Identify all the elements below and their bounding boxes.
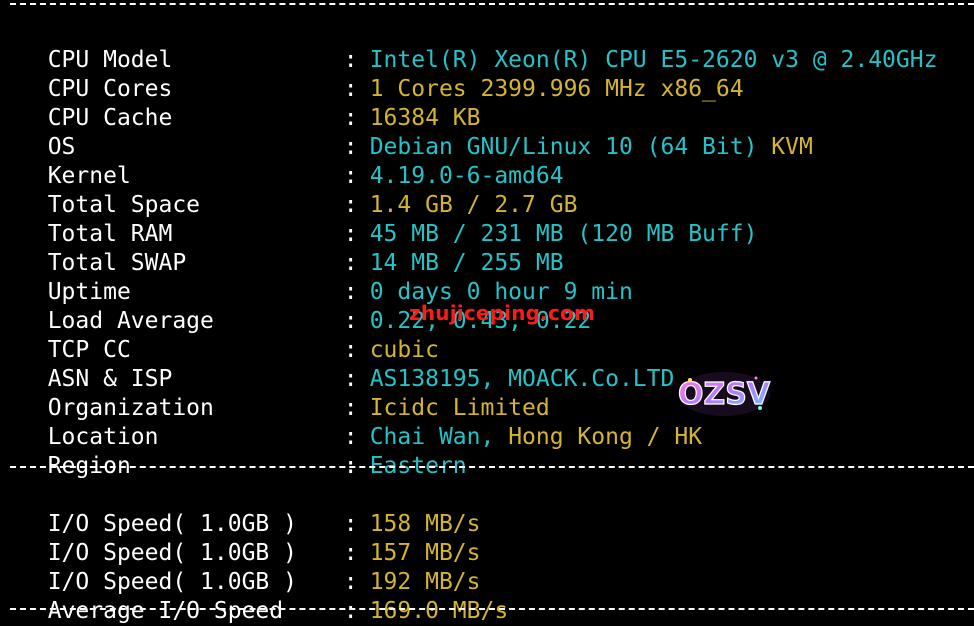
total-ram-row: Total RAM: 45 MB / 231 MB (120 MB Buff) bbox=[20, 191, 758, 247]
organization-row: Organization: Icidc Limited bbox=[20, 365, 550, 421]
kernel-row: Kernel: 4.19.0-6-amd64 bbox=[20, 133, 564, 189]
site-watermark: zhujiceping.com bbox=[409, 301, 596, 325]
io-speed-row: I/O Speed( 1.0GB ): 157 MB/s bbox=[20, 510, 481, 566]
total-swap-row: Total SWAP: 14 MB / 255 MB bbox=[20, 220, 564, 276]
middle-dashed-divider bbox=[10, 466, 974, 468]
svg-text:OZSV: OZSV bbox=[678, 377, 771, 412]
location-row: Location: Chai Wan, Hong Kong / HK bbox=[20, 394, 702, 450]
uptime-row: Uptime: 0 days 0 hour 9 min bbox=[20, 249, 633, 305]
tcp-cc-row: TCP CC: cubic bbox=[20, 307, 439, 363]
row-separator: : bbox=[343, 598, 372, 624]
os-row: OS: Debian GNU/Linux 10 (64 Bit) KVM bbox=[20, 104, 813, 160]
io-speed-row: I/O Speed( 1.0GB ): 158 MB/s bbox=[20, 481, 481, 537]
ozsv-logo: OZSV bbox=[677, 372, 771, 416]
bottom-dashed-divider bbox=[10, 608, 974, 610]
cpu-cores-row: CPU Cores: 1 Cores 2399.996 MHz x86_64 bbox=[20, 46, 744, 102]
location-region-value: Hong Kong / HK bbox=[508, 424, 703, 450]
cpu-cache-row: CPU Cache: 16384 KB bbox=[20, 75, 481, 131]
virtualization-tag: KVM bbox=[757, 134, 813, 160]
row-label: Average I/O Speed bbox=[47, 598, 284, 624]
top-dashed-divider bbox=[10, 3, 974, 5]
asn-isp-row: ASN & ISP: AS138195, MOACK.Co.LTD bbox=[20, 336, 675, 392]
region-row: Region: Eastern bbox=[20, 423, 467, 479]
average-io-speed-row: Average I/O Speed: 169.0 MB/s bbox=[20, 568, 508, 624]
io-speed-row: I/O Speed( 1.0GB ): 192 MB/s bbox=[20, 539, 481, 595]
total-space-row: Total Space: 1.4 GB / 2.7 GB bbox=[20, 162, 578, 218]
row-value: 169.0 MB/s bbox=[369, 598, 509, 624]
cpu-model-row: CPU Model: Intel(R) Xeon(R) CPU E5-2620 … bbox=[20, 17, 938, 73]
